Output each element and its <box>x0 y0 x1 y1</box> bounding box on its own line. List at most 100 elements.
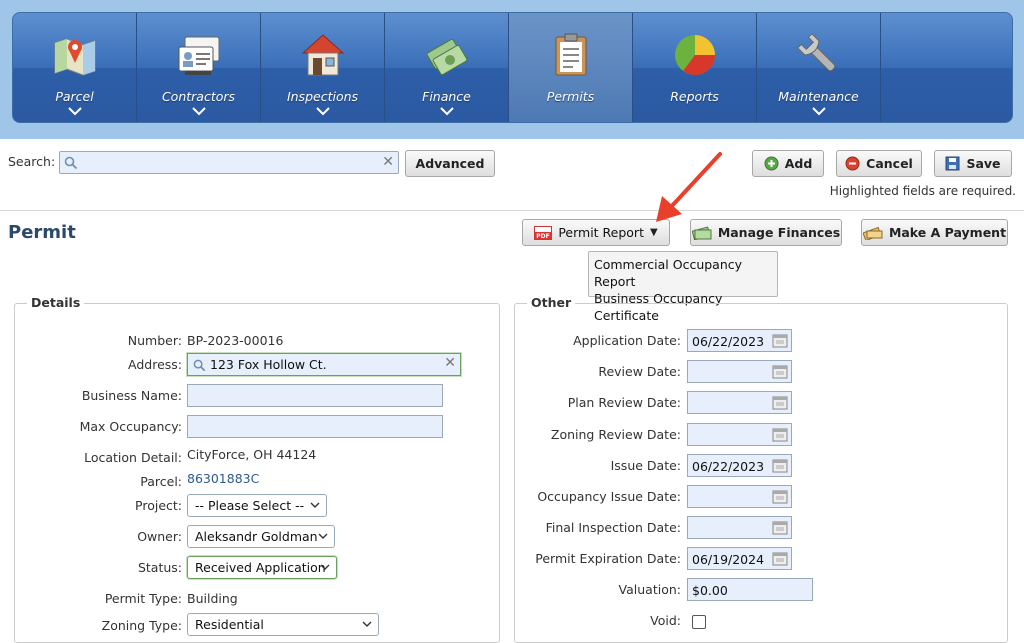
add-button[interactable]: Add <box>752 150 824 177</box>
zoning-review-date-label: Zoning Review Date: <box>550 427 681 442</box>
nav-label: Parcel <box>55 89 94 104</box>
advanced-label: Advanced <box>415 156 485 171</box>
chevron-down-icon <box>316 107 330 116</box>
cancel-label: Cancel <box>866 156 913 171</box>
nav-label: Permits <box>546 89 595 104</box>
make-payment-label: Make A Payment <box>888 225 1007 240</box>
payment-icon <box>862 226 883 240</box>
max-occupancy-label: Max Occupancy: <box>79 419 182 434</box>
nav-label: Finance <box>422 89 471 104</box>
search-input[interactable]: ✕ <box>59 151 399 174</box>
application-date-label: Application Date: <box>573 333 681 348</box>
plan-review-date-field[interactable] <box>687 391 792 414</box>
location-detail-value: CityForce, OH 44124 <box>187 447 317 462</box>
owner-label: Owner: <box>137 529 182 544</box>
add-label: Add <box>784 156 813 171</box>
plan-review-date-label: Plan Review Date: <box>567 395 681 410</box>
application-date-value: 06/22/2023 <box>692 334 765 349</box>
page-title: Permit <box>8 222 76 243</box>
chevron-down-icon <box>362 621 372 627</box>
final-inspection-date-label: Final Inspection Date: <box>545 520 681 535</box>
save-label: Save <box>966 156 1001 171</box>
permit-expiration-date-label: Permit Expiration Date: <box>535 551 681 566</box>
pdf-icon: PDF <box>534 225 553 240</box>
wrench-icon <box>797 33 836 72</box>
chevron-down-icon <box>310 502 320 508</box>
details-legend: Details <box>27 295 85 310</box>
nav-maintenance[interactable]: Maintenance <box>757 13 881 122</box>
occupancy-issue-date-field[interactable] <box>687 485 792 508</box>
parcel-link[interactable]: 86301883C <box>187 471 259 486</box>
svg-text:PDF: PDF <box>537 233 550 240</box>
calendar-icon[interactable] <box>772 489 788 504</box>
calendar-icon[interactable] <box>772 551 788 566</box>
calendar-icon[interactable] <box>772 333 788 348</box>
valuation-value: $0.00 <box>692 583 728 598</box>
permit-expiration-date-value: 06/19/2024 <box>692 552 765 567</box>
permit-type-label: Permit Type: <box>104 591 182 606</box>
nav-reports[interactable]: Reports <box>633 13 757 122</box>
occupancy-issue-date-label: Occupancy Issue Date: <box>537 489 681 504</box>
status-select[interactable]: Received Application <box>187 556 337 579</box>
clear-icon[interactable]: ✕ <box>382 154 394 170</box>
advanced-button[interactable]: Advanced <box>405 150 495 177</box>
calendar-icon[interactable] <box>772 458 788 473</box>
search-icon <box>193 359 206 372</box>
nav-inspections[interactable]: Inspections <box>261 13 385 122</box>
project-value: -- Please Select -- <box>195 498 305 513</box>
number-value: BP-2023-00016 <box>187 333 284 348</box>
required-hint: Highlighted fields are required. <box>829 184 1016 198</box>
business-name-field[interactable] <box>187 384 443 407</box>
zoning-type-label: Zoning Type: <box>101 618 182 633</box>
cancel-icon <box>845 156 860 171</box>
manage-finances-label: Manage Finances <box>717 225 841 240</box>
top-banner: Parcel Contractors Inspections Finance P… <box>0 0 1024 139</box>
valuation-field[interactable]: $0.00 <box>687 578 813 601</box>
zoning-type-select[interactable]: Residential <box>187 613 379 636</box>
address-label: Address: <box>128 357 182 372</box>
max-occupancy-field[interactable] <box>187 415 443 438</box>
calendar-icon[interactable] <box>772 520 788 535</box>
project-select[interactable]: -- Please Select -- <box>187 494 327 517</box>
owner-value: Aleksandr Goldman <box>195 529 318 544</box>
nav-permits[interactable]: Permits <box>509 13 633 122</box>
nav-label: Maintenance <box>778 89 859 104</box>
nav-label: Contractors <box>161 89 236 104</box>
chevron-down-icon <box>68 107 82 116</box>
make-payment-button[interactable]: Make A Payment <box>861 219 1008 246</box>
zoning-type-value: Residential <box>195 617 264 632</box>
permit-type-value: Building <box>187 591 238 606</box>
nav-label: Reports <box>670 89 719 104</box>
add-icon <box>764 156 779 171</box>
application-date-field[interactable]: 06/22/2023 <box>687 329 792 352</box>
project-label: Project: <box>135 498 182 513</box>
report-menu-item[interactable]: Commercial Occupancy Report <box>594 256 777 290</box>
issue-date-label: Issue Date: <box>610 458 681 473</box>
void-checkbox[interactable] <box>692 615 706 629</box>
nav-parcel[interactable]: Parcel <box>13 13 137 122</box>
nav-contractors[interactable]: Contractors <box>137 13 261 122</box>
nav-finance[interactable]: Finance <box>385 13 509 122</box>
owner-select[interactable]: Aleksandr Goldman <box>187 525 335 548</box>
void-label: Void: <box>650 613 681 628</box>
review-date-label: Review Date: <box>598 364 681 379</box>
calendar-icon[interactable] <box>772 395 788 410</box>
address-field[interactable]: 123 Fox Hollow Ct. ✕ <box>187 353 461 376</box>
final-inspection-date-field[interactable] <box>687 516 792 539</box>
zoning-review-date-field[interactable] <box>687 423 792 446</box>
cancel-button[interactable]: Cancel <box>836 150 922 177</box>
status-label: Status: <box>137 560 182 575</box>
issue-date-field[interactable]: 06/22/2023 <box>687 454 792 477</box>
calendar-icon[interactable] <box>772 427 788 442</box>
main-nav: Parcel Contractors Inspections Finance P… <box>12 12 1013 123</box>
clear-icon[interactable]: ✕ <box>444 355 456 371</box>
save-button[interactable]: Save <box>934 150 1012 177</box>
parcel-label: Parcel: <box>140 474 182 489</box>
number-label: Number: <box>127 333 182 348</box>
review-date-field[interactable] <box>687 360 792 383</box>
permit-expiration-date-field[interactable]: 06/19/2024 <box>687 547 792 570</box>
calendar-icon[interactable] <box>772 364 788 379</box>
other-legend: Other <box>527 295 576 310</box>
search-icon <box>64 156 78 170</box>
search-label: Search: <box>8 154 56 169</box>
